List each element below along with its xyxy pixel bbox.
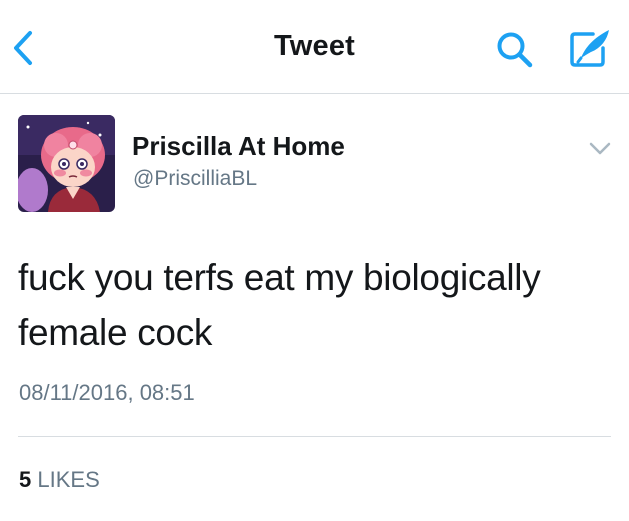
tweet-detail-screen: Tweet Priscilla At Home @PriscilliaBL fu… <box>0 0 629 521</box>
avatar-illustration <box>18 115 115 212</box>
tweet-text: fuck you terfs eat my biologically femal… <box>18 257 541 353</box>
likes-count[interactable]: 5 LIKES <box>19 467 100 493</box>
search-button[interactable] <box>493 30 537 70</box>
compose-button[interactable] <box>565 26 615 70</box>
compose-icon <box>570 30 609 67</box>
chevron-down-icon <box>589 142 611 155</box>
avatar[interactable] <box>18 115 115 212</box>
tweet-timestamp: 08/11/2016, 08:51 <box>19 380 195 405</box>
likes-label: LIKES <box>37 467 100 492</box>
search-icon <box>497 32 533 68</box>
author-display-name[interactable]: Priscilla At Home <box>132 131 345 162</box>
author-handle[interactable]: @PriscilliaBL <box>133 167 257 191</box>
likes-number: 5 <box>19 467 32 492</box>
navigation-bar: Tweet <box>0 0 629 94</box>
tweet-options-button[interactable] <box>587 138 613 160</box>
divider <box>18 436 611 437</box>
